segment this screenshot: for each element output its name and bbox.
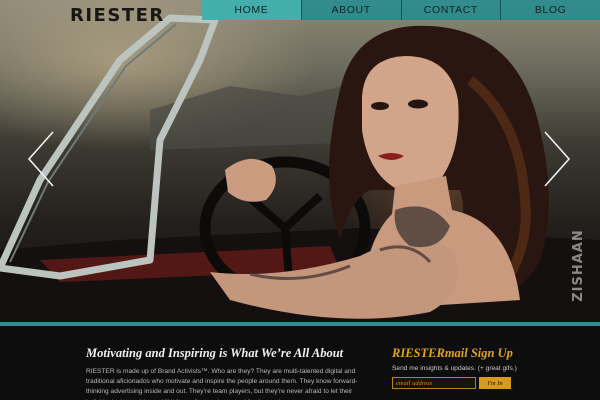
email-input[interactable] <box>392 377 476 389</box>
signup-title-brand: RIESTER <box>392 346 445 360</box>
chevron-right-icon <box>544 131 571 187</box>
site-logo[interactable]: RIESTER <box>70 5 165 26</box>
about-title: Motivating and Inspiring is What We’re A… <box>86 346 344 360</box>
hero-photo <box>0 14 600 322</box>
signup-submit-button[interactable]: I'm In <box>479 377 511 389</box>
signup-title-rest: mail Sign Up <box>444 346 513 360</box>
signup-form: I'm In <box>392 377 572 389</box>
slider-next-button[interactable] <box>542 130 572 188</box>
hero-slider: RIESTER HOME ABOUT CONTACT BLOG ZISHAAN <box>0 0 600 322</box>
nav-contact[interactable]: CONTACT <box>400 0 501 20</box>
chevron-left-icon <box>27 131 54 187</box>
slider-prev-button[interactable] <box>26 130 56 188</box>
watermark-text: ZISHAAN <box>570 228 586 302</box>
about-body: RIESTER is made up of Brand Activists™. … <box>86 368 358 400</box>
nav-about[interactable]: ABOUT <box>300 0 401 20</box>
nav-blog[interactable]: BLOG <box>500 0 600 20</box>
photo-watermark: ZISHAAN <box>564 220 592 310</box>
newsletter-signup: RIESTERmail Sign Up Send me insights & u… <box>392 346 572 389</box>
signup-title: RIESTERmail Sign Up <box>392 346 572 361</box>
signup-description: Send me insights & updates. (+ great gif… <box>392 365 517 372</box>
nav-home[interactable]: HOME <box>202 0 301 20</box>
about-section: Motivating and Inspiring is What We’re A… <box>86 346 362 400</box>
footer: Motivating and Inspiring is What We’re A… <box>0 326 600 400</box>
main-nav: HOME ABOUT CONTACT BLOG <box>202 0 600 20</box>
